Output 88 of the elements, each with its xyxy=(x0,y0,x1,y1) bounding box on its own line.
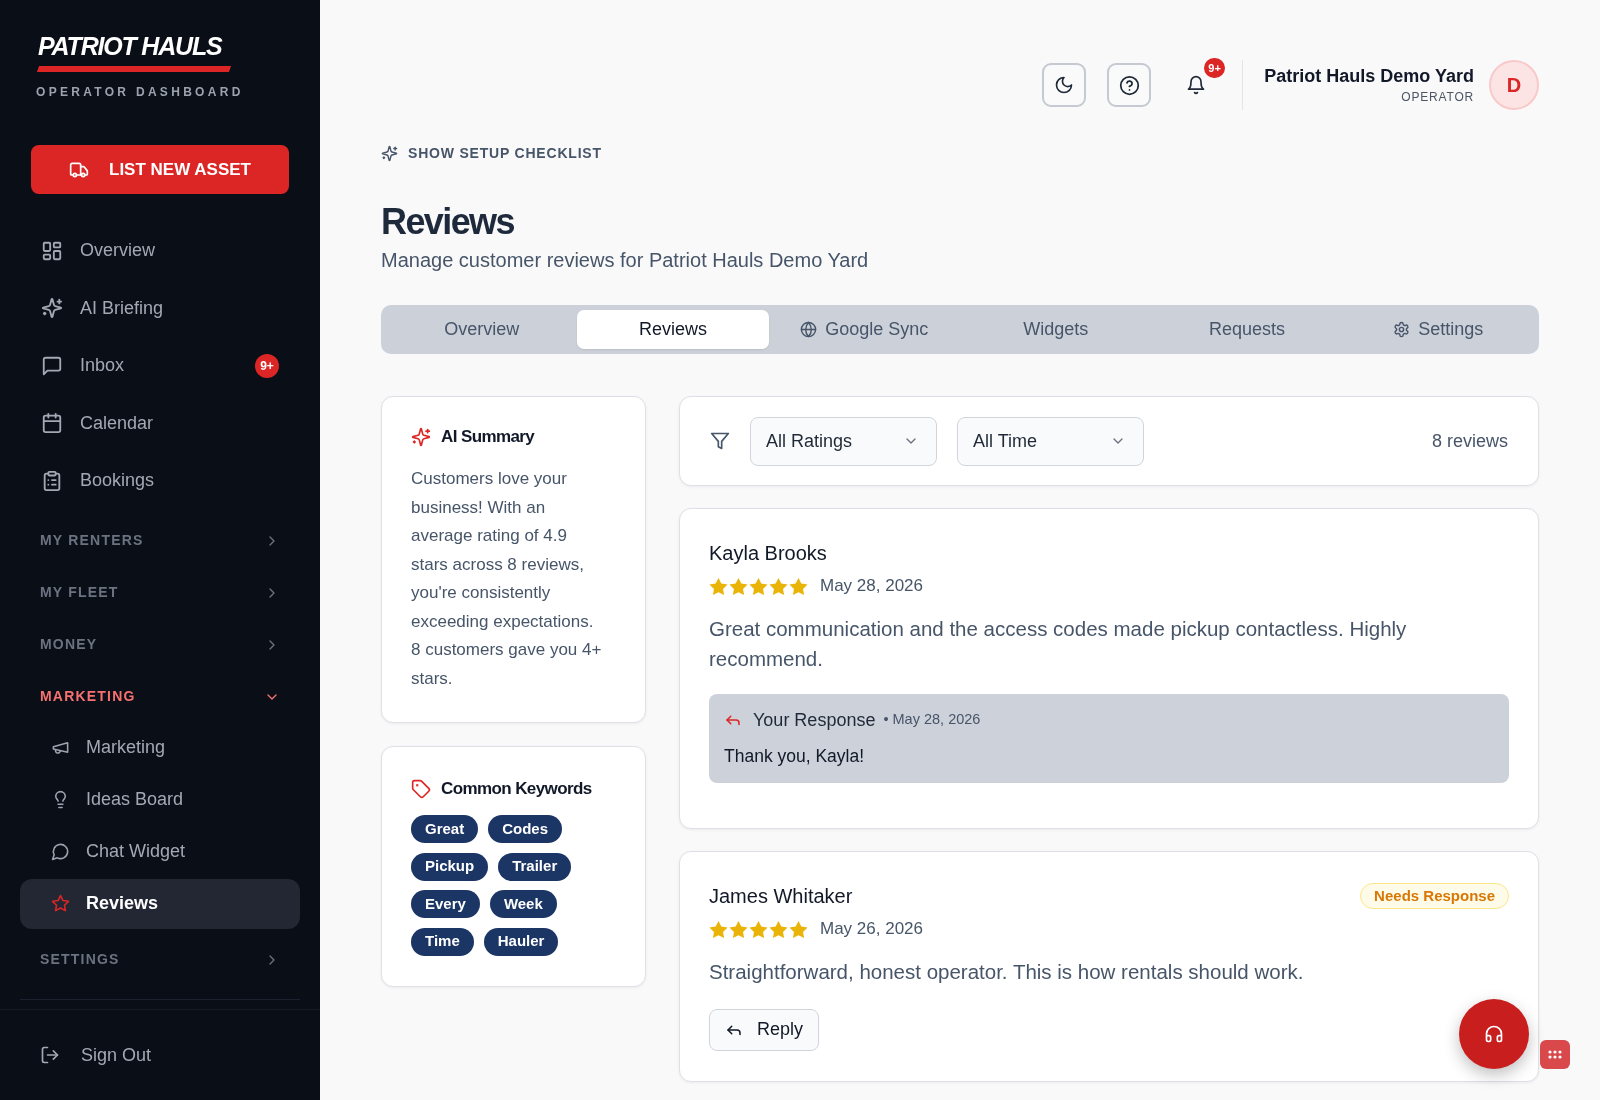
keyword-tag: Great xyxy=(411,815,479,843)
star-icon xyxy=(709,576,728,596)
card-title: AI Summary xyxy=(441,426,535,449)
logo-subtitle: OPERATOR DASHBOARD xyxy=(36,84,244,100)
star-icon xyxy=(729,919,748,939)
dropdown[interactable]: All Ratings xyxy=(750,416,937,466)
filter-icon xyxy=(710,431,730,451)
calendar-icon xyxy=(41,412,63,435)
bell-icon xyxy=(1186,75,1207,95)
reply-button[interactable]: Reply xyxy=(709,1008,820,1051)
list-asset-button[interactable]: LIST NEW ASSET xyxy=(31,145,289,194)
sparkle-icon xyxy=(41,297,63,320)
response-text: Thank you, Kayla! xyxy=(724,745,866,768)
account-name: Patriot Hauls Demo Yard xyxy=(1264,65,1474,87)
nav-section[interactable]: MY RENTERS xyxy=(20,514,300,567)
setup-checklist-link[interactable]: SHOW SETUP CHECKLIST xyxy=(381,143,602,163)
sign-out-button[interactable]: Sign Out xyxy=(20,1030,172,1080)
keyword-tag: Trailer xyxy=(498,852,572,881)
help-icon xyxy=(1118,74,1140,96)
tab[interactable]: Settings xyxy=(1342,310,1534,349)
nav-item[interactable]: Bookings xyxy=(20,452,300,510)
dropdown[interactable]: All Time xyxy=(957,416,1144,466)
account-role: OPERATOR xyxy=(1401,89,1474,105)
nav-section[interactable]: MY FLEET xyxy=(20,566,300,619)
status-badge: Needs Response xyxy=(1360,883,1509,909)
star-icon xyxy=(769,919,788,939)
review-count: 8 reviews xyxy=(1431,429,1508,453)
moon-icon xyxy=(1054,75,1075,95)
chat-bubble-icon xyxy=(41,354,63,377)
notification-count: 9+ xyxy=(1202,56,1227,80)
nav-section[interactable]: MONEY xyxy=(20,618,300,671)
keyword-tag: Time xyxy=(411,927,474,956)
response-date: • May 28, 2026 xyxy=(883,710,981,730)
help-button[interactable] xyxy=(1107,63,1152,107)
sparkle-icon xyxy=(381,144,398,162)
review-date: May 26, 2026 xyxy=(820,919,923,939)
nav-item[interactable]: AI Briefing xyxy=(20,279,300,337)
speech-bubble-icon xyxy=(51,842,70,861)
globe-icon xyxy=(800,321,818,338)
page-subtitle: Manage customer reviews for Patriot Hauls Demo Yard xyxy=(381,248,870,273)
star-icon xyxy=(769,576,788,596)
tab[interactable]: Reviews xyxy=(577,310,769,349)
tab[interactable]: Widgets xyxy=(960,310,1152,349)
nav-item[interactable]: Marketing xyxy=(20,722,300,773)
nav-item[interactable]: Chat Widget xyxy=(20,826,300,877)
tab[interactable]: Requests xyxy=(1151,310,1343,349)
page-title: Reviews xyxy=(381,202,514,242)
grid-icon xyxy=(41,239,63,262)
dots-grid-icon xyxy=(1548,1050,1562,1059)
keyword-tag: Codes xyxy=(488,815,563,843)
nav-item[interactable]: Calendar xyxy=(20,394,300,452)
review-date: May 28, 2026 xyxy=(820,576,923,596)
tab[interactable]: Overview xyxy=(386,310,578,349)
nav-item[interactable]: Inbox 9+ xyxy=(20,337,300,395)
star-icon xyxy=(709,919,728,939)
reviewer-name: James Whitaker xyxy=(709,884,853,909)
headset-icon xyxy=(1484,1024,1504,1044)
nav-item[interactable]: Overview xyxy=(20,222,300,280)
review-text: Straightforward, honest operator. This is how rentals should work. xyxy=(709,959,1305,985)
sparkle-icon xyxy=(411,427,431,447)
keyword-tag: Pickup xyxy=(411,852,489,881)
nav-item[interactable]: Ideas Board xyxy=(20,774,300,825)
reviewer-name: Kayla Brooks xyxy=(709,541,827,566)
nav-item[interactable]: Reviews xyxy=(20,878,300,929)
star-icon xyxy=(789,919,808,939)
keyword-tag: Hauler xyxy=(483,927,559,956)
settings-icon xyxy=(1393,321,1411,338)
star-icon xyxy=(729,576,748,596)
theme-toggle-button[interactable] xyxy=(1042,63,1087,107)
keyword-tag: Week xyxy=(489,890,557,918)
tab[interactable]: Google Sync xyxy=(768,310,960,349)
logo-text: PATRIOT HAULS xyxy=(37,31,222,62)
card-title: Common Keywords xyxy=(441,778,592,801)
star-icon xyxy=(749,576,768,596)
star-icon xyxy=(749,919,768,939)
summary-text: Customers love your business! With an average rating of 4.9 stars across 8 reviews, you're consistently exceeding expectations. 8 customers gave you 4+ stars. xyxy=(411,468,603,690)
star-icon xyxy=(789,576,808,596)
nav-section[interactable]: SETTINGS xyxy=(20,933,300,986)
review-text: Great communication and the access codes made pickup contactless. Highly recommend. xyxy=(709,616,1408,672)
tag-icon xyxy=(411,779,431,799)
count-badge: 9+ xyxy=(255,353,279,378)
nav-section[interactable]: MARKETING xyxy=(20,670,300,723)
avatar[interactable]: D xyxy=(1489,60,1539,110)
apps-button[interactable] xyxy=(1540,1040,1570,1069)
keyword-tag: Every xyxy=(411,890,480,918)
star-icon xyxy=(51,894,70,913)
response-label: Your Response xyxy=(753,708,876,732)
clipboard-icon xyxy=(41,469,63,492)
